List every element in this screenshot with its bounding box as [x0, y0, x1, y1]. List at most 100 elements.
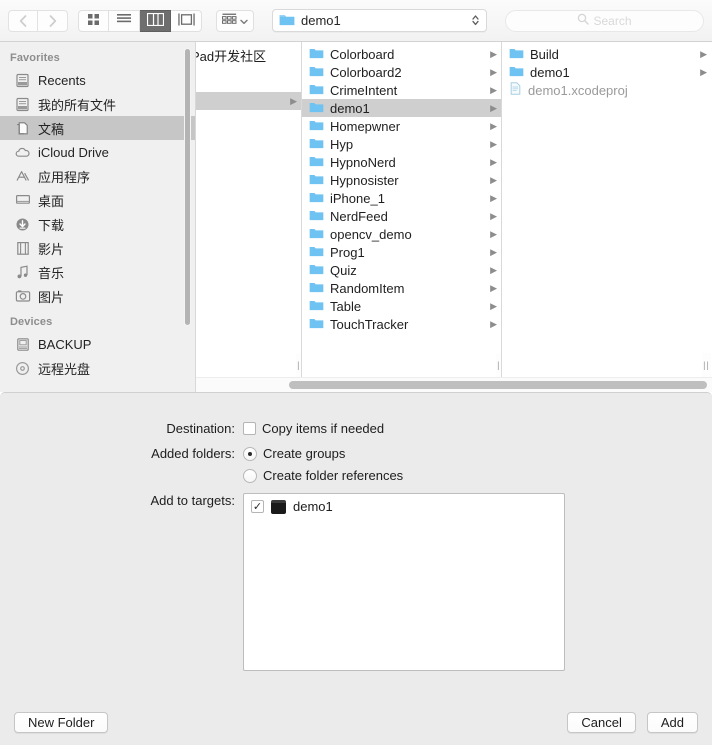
folder-icon — [309, 65, 324, 80]
downloads-icon — [14, 216, 31, 233]
disclosure-triangle-icon: ▶ — [490, 138, 497, 149]
list-item[interactable]: iPhone_1 ▶ — [302, 189, 501, 207]
target-item[interactable]: ✓ demo1 — [248, 499, 560, 514]
list-item-label: Homepwner — [330, 118, 401, 134]
new-folder-button[interactable]: New Folder — [14, 711, 109, 733]
disclosure-triangle-icon: ▶ — [490, 120, 497, 131]
add-button[interactable]: Add — [646, 711, 698, 733]
list-item-label: Hyp — [330, 136, 354, 152]
list-view-button[interactable] — [109, 9, 140, 32]
sidebar-item-remote-disc[interactable]: 远程光盘 — [0, 356, 195, 380]
column-view-button[interactable] — [140, 9, 171, 32]
sidebar-item-label: Recents — [38, 72, 86, 88]
search-input[interactable]: Search — [505, 9, 704, 32]
list-item-label: opencv_demo — [330, 226, 412, 242]
sidebar-item-recents[interactable]: Recents — [0, 68, 195, 92]
list-item[interactable]: Hyp ▶ — [302, 135, 501, 153]
sidebar-section-header-favorites: Favorites — [10, 52, 60, 64]
disclosure-triangle-icon: ▶ — [490, 48, 497, 59]
copy-items-checkbox[interactable] — [243, 422, 256, 435]
list-item[interactable]: NerdFeed ▶ — [302, 207, 501, 225]
create-groups-radio[interactable] — [243, 446, 257, 461]
disk-icon — [14, 336, 31, 353]
disclosure-triangle-icon: ▶ — [490, 174, 497, 185]
remote-disc-icon — [14, 360, 31, 377]
list-item[interactable]: Build ▶ — [502, 45, 711, 63]
sidebar-item-pictures[interactable]: 图片 — [0, 284, 195, 308]
disclosure-triangle-icon: ▶ — [700, 66, 707, 77]
targets-list[interactable]: ✓ demo1 — [243, 493, 565, 671]
list-item-label: HypnoNerd — [330, 154, 396, 170]
list-item[interactable]: opencv_demo ▶ — [302, 225, 501, 243]
list-item[interactable]: Homepwner ▶ — [302, 117, 501, 135]
list-item-label: Prog1 — [330, 244, 365, 260]
sidebar-item-documents[interactable]: 文稿 — [0, 116, 195, 140]
back-button[interactable] — [8, 9, 38, 32]
column3-resizer[interactable]: || — [702, 353, 711, 377]
list-item[interactable]: RandomItem ▶ — [302, 279, 501, 297]
sidebar-item-desktop[interactable]: 桌面 — [0, 188, 195, 212]
add-to-targets-row: Add to targets: ✓ demo1 — [0, 493, 712, 671]
sidebar-item-label: 下载 — [38, 217, 65, 233]
icon-view-button[interactable] — [78, 9, 109, 32]
list-item-label: demo1.xcodeproj — [528, 82, 628, 98]
list-item-selected[interactable]: demo1 ▶ — [302, 99, 501, 117]
sidebar-item-label: 音乐 — [38, 265, 65, 281]
list-item-disabled[interactable]: demo1.xcodeproj — [502, 81, 711, 99]
horizontal-scrollbar[interactable] — [196, 377, 712, 392]
create-folder-references-radio[interactable] — [243, 468, 257, 483]
folder-icon — [309, 83, 324, 98]
arrange-by-button[interactable] — [216, 9, 254, 32]
disclosure-triangle-icon: ▶ — [490, 156, 497, 167]
sidebar-item-label: 远程光盘 — [38, 361, 91, 377]
arrange-grid-icon — [222, 13, 237, 28]
chevron-down-icon — [240, 13, 248, 28]
grid-icon — [87, 13, 100, 29]
browser-column-1: Pad开发社区 ▶ || — [196, 42, 302, 377]
sidebar-scrollbar[interactable] — [184, 48, 191, 326]
disclosure-triangle-icon: ▶ — [490, 246, 497, 257]
disclosure-triangle-icon: ▶ — [490, 66, 497, 77]
target-checkbox[interactable]: ✓ — [251, 500, 264, 513]
sidebar: Favorites Recents 我的所有文件 文稿 iCloud Drive… — [0, 42, 196, 392]
list-item[interactable]: Quiz ▶ — [302, 261, 501, 279]
icloud-icon — [14, 144, 31, 161]
list-item[interactable]: Colorboard ▶ — [302, 45, 501, 63]
folder-icon — [309, 173, 324, 188]
horizontal-scrollbar-thumb[interactable] — [289, 381, 707, 389]
disclosure-triangle-icon: ▶ — [490, 300, 497, 311]
disclosure-triangle-icon: ▶ — [290, 95, 297, 106]
path-popup-button[interactable]: demo1 — [272, 9, 487, 32]
list-item-label: Hypnosister — [330, 172, 399, 188]
list-item[interactable]: Prog1 ▶ — [302, 243, 501, 261]
column1-row-selected[interactable]: ▶ — [196, 92, 301, 110]
file-browser: Favorites Recents 我的所有文件 文稿 iCloud Drive… — [0, 42, 712, 392]
destination-label: Destination: — [166, 421, 235, 436]
sidebar-item-icloud-drive[interactable]: iCloud Drive — [0, 140, 195, 164]
sidebar-item-label: 应用程序 — [38, 169, 91, 185]
list-item[interactable]: Colorboard2 ▶ — [302, 63, 501, 81]
sidebar-item-label: 影片 — [38, 241, 65, 257]
list-item[interactable]: Table ▶ — [302, 297, 501, 315]
sidebar-item-all-my-files[interactable]: 我的所有文件 — [0, 92, 195, 116]
gallery-icon — [177, 13, 195, 29]
list-item[interactable]: CrimeIntent ▶ — [302, 81, 501, 99]
list-item-label: Quiz — [330, 262, 357, 278]
gallery-view-button[interactable] — [171, 9, 202, 32]
folder-icon — [309, 137, 324, 152]
sidebar-item-movies[interactable]: 影片 — [0, 236, 195, 260]
list-item[interactable]: HypnoNerd ▶ — [302, 153, 501, 171]
folder-icon — [309, 317, 324, 332]
cancel-button[interactable]: Cancel — [567, 711, 636, 733]
folder-icon — [279, 13, 295, 29]
sidebar-item-backup[interactable]: BACKUP — [0, 332, 195, 356]
sidebar-item-applications[interactable]: 应用程序 — [0, 164, 195, 188]
sidebar-item-downloads[interactable]: 下载 — [0, 212, 195, 236]
sidebar-item-music[interactable]: 音乐 — [0, 260, 195, 284]
list-item[interactable]: demo1 ▶ — [502, 63, 711, 81]
forward-button[interactable] — [38, 9, 68, 32]
list-item[interactable]: TouchTracker ▶ — [302, 315, 501, 333]
desktop-icon — [14, 192, 31, 209]
create-groups-label: Create groups — [263, 446, 346, 461]
list-item[interactable]: Hypnosister ▶ — [302, 171, 501, 189]
